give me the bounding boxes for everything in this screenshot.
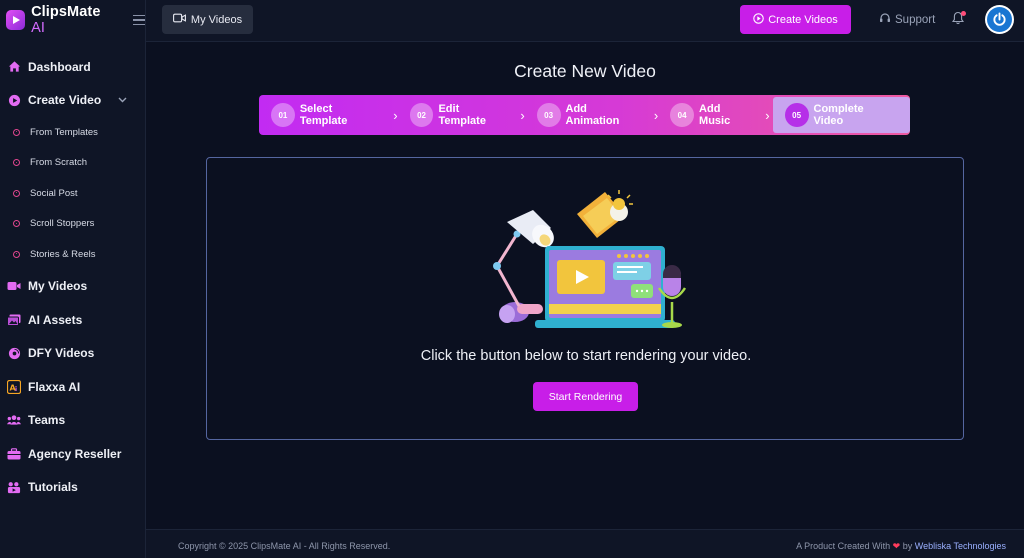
my-videos-label: My Videos: [190, 13, 243, 26]
top-bar: My Videos Create Videos Support: [146, 0, 1024, 42]
sidebar-item-dashboard[interactable]: Dashboard: [0, 50, 145, 84]
sidebar-item-label: Tutorials: [28, 480, 78, 495]
render-card: Click the button below to start renderin…: [206, 157, 964, 440]
support-label: Support: [895, 13, 936, 26]
sidebar-subitem-stories-reels[interactable]: Stories & Reels: [0, 239, 145, 270]
progress-stepper: 01 Select Template › 02 Edit Template › …: [259, 95, 910, 135]
app-name-main: ClipsMate: [31, 4, 101, 20]
step-select-template[interactable]: 01 Select Template ›: [259, 95, 398, 135]
start-rendering-button[interactable]: Start Rendering: [533, 382, 638, 411]
main-content: Create New Video 01 Select Template › 02…: [146, 43, 1024, 529]
sidebar-subitem-scroll-stoppers[interactable]: Scroll Stoppers: [0, 209, 145, 240]
headset-icon: [879, 12, 891, 27]
sidebar-item-label: AI Assets: [28, 312, 83, 327]
company-link[interactable]: Webliska Technologies: [915, 541, 1006, 551]
sidebar-item-tutorials[interactable]: Tutorials: [0, 471, 145, 505]
create-videos-label: Create Videos: [768, 13, 838, 26]
video-camera-icon: [172, 13, 186, 26]
render-prompt: Click the button below to start renderin…: [420, 348, 752, 364]
create-videos-button[interactable]: Create Videos: [740, 5, 851, 34]
ai-icon: Ai: [7, 379, 21, 394]
sidebar-subitem-label: From Scratch: [30, 157, 88, 169]
power-icon: [987, 7, 1012, 32]
sidebar-item-label: Agency Reseller: [28, 446, 122, 461]
sidebar-item-label: DFY Videos: [28, 346, 95, 361]
bullet-icon: [13, 250, 20, 258]
step-add-music[interactable]: 04 Add Music ›: [658, 95, 770, 135]
home-icon: [7, 60, 21, 74]
bullet-icon: [13, 159, 20, 167]
sidebar-item-teams[interactable]: Teams: [0, 404, 145, 438]
sidebar-item-label: My Videos: [28, 279, 88, 294]
step-label: Add Music: [699, 103, 731, 127]
step-number: 02: [409, 103, 434, 127]
credits: A Product Created With ❤ by Webliska Tec…: [796, 541, 1006, 552]
bullet-icon: [13, 128, 20, 136]
play-circle-icon: [7, 93, 21, 107]
sidebar-item-dfy-videos[interactable]: DFY Videos: [0, 337, 145, 371]
step-complete-video[interactable]: 05 Complete Video: [772, 97, 910, 133]
step-number: 04: [670, 103, 695, 127]
sidebar-subitem-social-post[interactable]: Social Post: [0, 178, 145, 209]
step-number: 01: [271, 103, 295, 127]
sidebar-subitem-from-scratch[interactable]: From Scratch: [0, 148, 145, 179]
avatar[interactable]: [985, 5, 1014, 34]
sidebar-item-create-video[interactable]: Create Video: [0, 84, 145, 118]
sidebar-item-label: Create Video: [28, 93, 102, 108]
disc-icon: [7, 346, 21, 360]
copyright-text: Copyright © 2025 ClipsMate AI - All Righ…: [178, 541, 391, 551]
sidebar-item-label: Dashboard: [28, 59, 91, 74]
users-icon: [7, 413, 21, 427]
bullet-icon: [13, 220, 20, 228]
sidebar-subitem-label: Stories & Reels: [30, 248, 96, 260]
step-number: 05: [784, 103, 809, 127]
sidebar-nav: Dashboard Create Video From Templates Fr…: [0, 40, 145, 504]
chevron-right-icon: ›: [765, 107, 770, 123]
hamburger-menu-icon[interactable]: [132, 14, 145, 26]
step-add-animation[interactable]: 03 Add Animation ›: [525, 95, 658, 135]
sidebar-item-ai-assets[interactable]: AI Assets: [0, 303, 145, 337]
footer: Copyright © 2025 ClipsMate AI - All Righ…: [146, 529, 1024, 558]
play-circle-icon: [753, 12, 764, 27]
sidebar-item-my-videos[interactable]: My Videos: [0, 270, 145, 304]
sidebar-item-label: Flaxxa AI: [28, 379, 81, 394]
briefcase-icon: [7, 447, 21, 461]
video-camera-icon: [7, 279, 21, 293]
my-videos-button[interactable]: My Videos: [162, 5, 253, 34]
tutorials-icon: [7, 480, 21, 494]
chevron-down-icon[interactable]: [118, 95, 127, 105]
sidebar-item-flaxxa-ai[interactable]: Ai Flaxxa AI: [0, 370, 145, 404]
support-link[interactable]: Support: [879, 12, 935, 27]
sidebar-item-label: Teams: [28, 413, 66, 428]
step-edit-template[interactable]: 02 Edit Template ›: [398, 95, 525, 135]
sidebar-subitem-label: Social Post: [30, 187, 78, 199]
heart-icon: ❤: [892, 541, 901, 551]
sidebar-item-agency-reseller[interactable]: Agency Reseller: [0, 437, 145, 471]
step-label: Edit Template: [438, 103, 486, 127]
sidebar: ClipsMate AI Dashboard Create Video From…: [0, 0, 146, 558]
step-number: 03: [536, 103, 561, 127]
images-icon: [7, 313, 21, 327]
logo-icon: [6, 10, 26, 30]
app-name-suffix: AI: [31, 20, 45, 36]
notification-dot: [961, 11, 966, 16]
logo-row: ClipsMate AI: [0, 0, 145, 40]
page-title: Create New Video: [514, 61, 656, 81]
bullet-icon: [13, 189, 20, 197]
step-label: Complete Video: [813, 103, 864, 127]
step-label: Add Animation: [565, 103, 620, 127]
sidebar-subitem-label: From Templates: [30, 126, 98, 138]
svg-text:i: i: [15, 386, 17, 393]
credits-by: by: [902, 541, 913, 551]
credits-prefix: A Product Created With: [796, 541, 891, 551]
app-name: ClipsMate AI: [31, 4, 114, 36]
sidebar-subitem-label: Scroll Stoppers: [30, 218, 95, 230]
sidebar-subitem-from-templates[interactable]: From Templates: [0, 117, 145, 148]
step-label: Select Template: [299, 103, 348, 127]
video-creation-illustration: [475, 184, 699, 332]
